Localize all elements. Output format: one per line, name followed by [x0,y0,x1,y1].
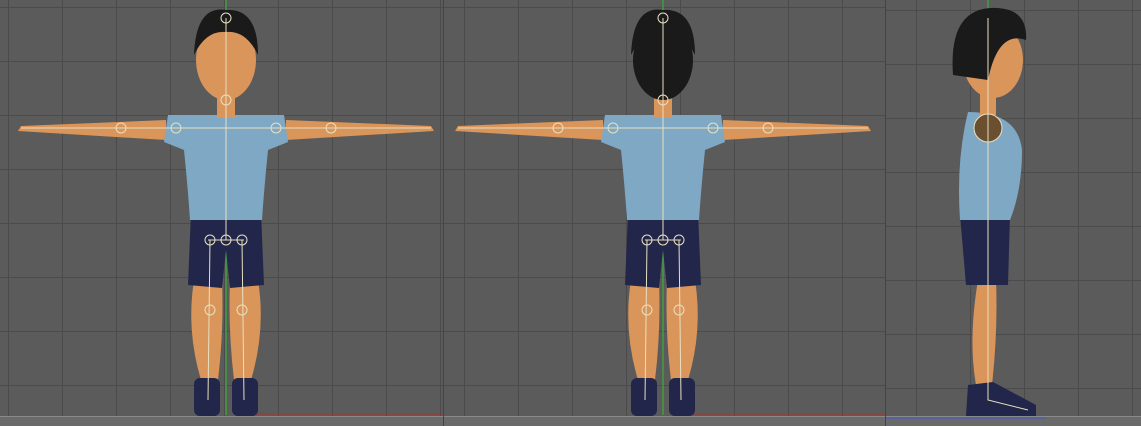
shoe [966,382,1036,416]
viewport-side[interactable] [885,0,1141,426]
right-shoe [669,378,695,416]
shorts [960,215,1010,285]
left-arm [455,120,603,140]
right-arm [723,120,871,140]
character-side-view[interactable] [886,0,1141,426]
character-back-view[interactable] [444,0,886,426]
viewport-front[interactable] [0,0,443,426]
viewport-back[interactable] [443,0,886,426]
left-shoe [194,378,220,416]
right-shoe [232,378,258,416]
left-arm [18,120,166,140]
left-leg [628,280,660,380]
left-leg [191,280,223,380]
right-arm [286,120,434,140]
character-front-view[interactable] [0,0,443,426]
right-leg [666,280,698,380]
leg [972,280,997,385]
right-leg [229,280,261,380]
left-shoe [631,378,657,416]
